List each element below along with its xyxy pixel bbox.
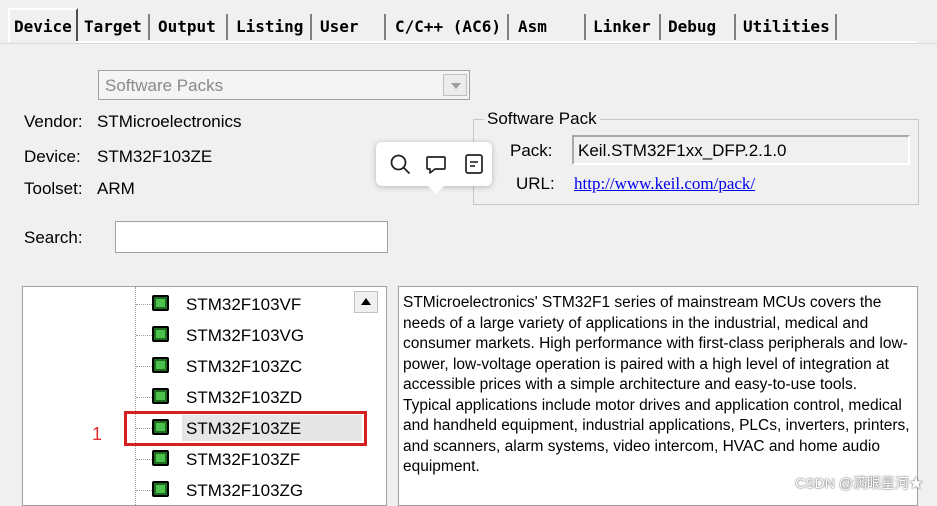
tree-item-stm32f103vf[interactable]: STM32F103VF [23,289,363,319]
floating-toolbar [376,142,492,194]
tab-utilities[interactable]: Utilities [739,14,837,40]
tab-bar: Device Target Output Listing User C/C++ … [0,0,937,44]
tree-item-label: STM32F103VG [186,326,305,345]
toolset-label: Toolset: [24,179,83,198]
vendor-label: Vendor: [24,112,83,131]
comment-icon[interactable] [424,152,448,176]
chip-icon [152,388,169,404]
scroll-up-button[interactable] [354,291,378,313]
highlight-box [124,411,367,446]
chip-icon [152,295,169,311]
tree-item-stm32f103zc[interactable]: STM32F103ZC [23,351,363,381]
tab-asm[interactable]: Asm [514,14,586,40]
description-paragraph-1: STMicroelectronics' STM32F1 series of ma… [403,294,908,393]
tab-divider-shadow [0,43,937,44]
chip-icon [152,326,169,342]
software-packs-select[interactable]: Software Packs [98,70,470,100]
tree-item-stm32f103zg[interactable]: STM32F103ZG [23,475,363,505]
chip-icon [152,357,169,373]
device-label: Device: [24,147,81,166]
pack-label: Pack: [510,141,553,160]
tree-item-label: STM32F103ZF [186,450,301,469]
device-tree[interactable]: STM32F103VF STM32F103VG STM32F103ZC STM3… [22,286,387,506]
search-icon[interactable] [388,152,412,176]
search-label: Search: [24,228,83,247]
tab-target[interactable]: Target [80,14,150,40]
search-input[interactable] [115,221,388,253]
tab-device[interactable]: Device [8,8,78,42]
tab-listing[interactable]: Listing [232,14,312,40]
software-pack-title: Software Pack [484,109,600,129]
tree-branch-line [136,335,152,336]
tree-item-stm32f103zf[interactable]: STM32F103ZF [23,444,363,474]
tree-branch-line [136,459,152,460]
tree-item-label: STM32F103ZD [186,388,303,407]
tree-item-label: STM32F103ZC [186,357,303,376]
note-icon[interactable] [462,152,486,176]
tree-branch-line [136,397,152,398]
description-paragraph-2: Typical applications include motor drive… [403,396,910,476]
watermark: CSDN @满眼星河★ [795,475,923,491]
device-value: STM32F103ZE [97,147,213,166]
tree-item-label: STM32F103ZG [186,481,304,500]
tab-output[interactable]: Output [154,14,228,40]
vendor-value: STMicroelectronics [97,112,242,131]
chevron-down-icon[interactable] [443,74,467,96]
chip-icon [152,450,169,466]
toolset-value: ARM [97,179,135,198]
tab-debug[interactable]: Debug [664,14,736,40]
tab-cpp-ac6[interactable]: C/C++ (AC6) [391,14,509,40]
annotation-number: 1 [92,424,103,444]
pack-field: Keil.STM32F1xx_DFP.2.1.0 [572,135,910,165]
tree-branch-line [136,304,152,305]
tab-linker[interactable]: Linker [589,14,661,40]
url-label: URL: [516,174,555,193]
tree-branch-line [136,366,152,367]
tree-branch-line [136,490,152,491]
software-packs-value: Software Packs [105,76,224,95]
tree-item-label: STM32F103VF [186,295,302,314]
tree-item-stm32f103vg[interactable]: STM32F103VG [23,320,363,350]
tree-item-stm32f103zd[interactable]: STM32F103ZD [23,382,363,412]
chip-icon [152,481,169,497]
tab-user[interactable]: User [316,14,386,40]
pack-url-link[interactable]: http://www.keil.com/pack/ [574,174,755,194]
